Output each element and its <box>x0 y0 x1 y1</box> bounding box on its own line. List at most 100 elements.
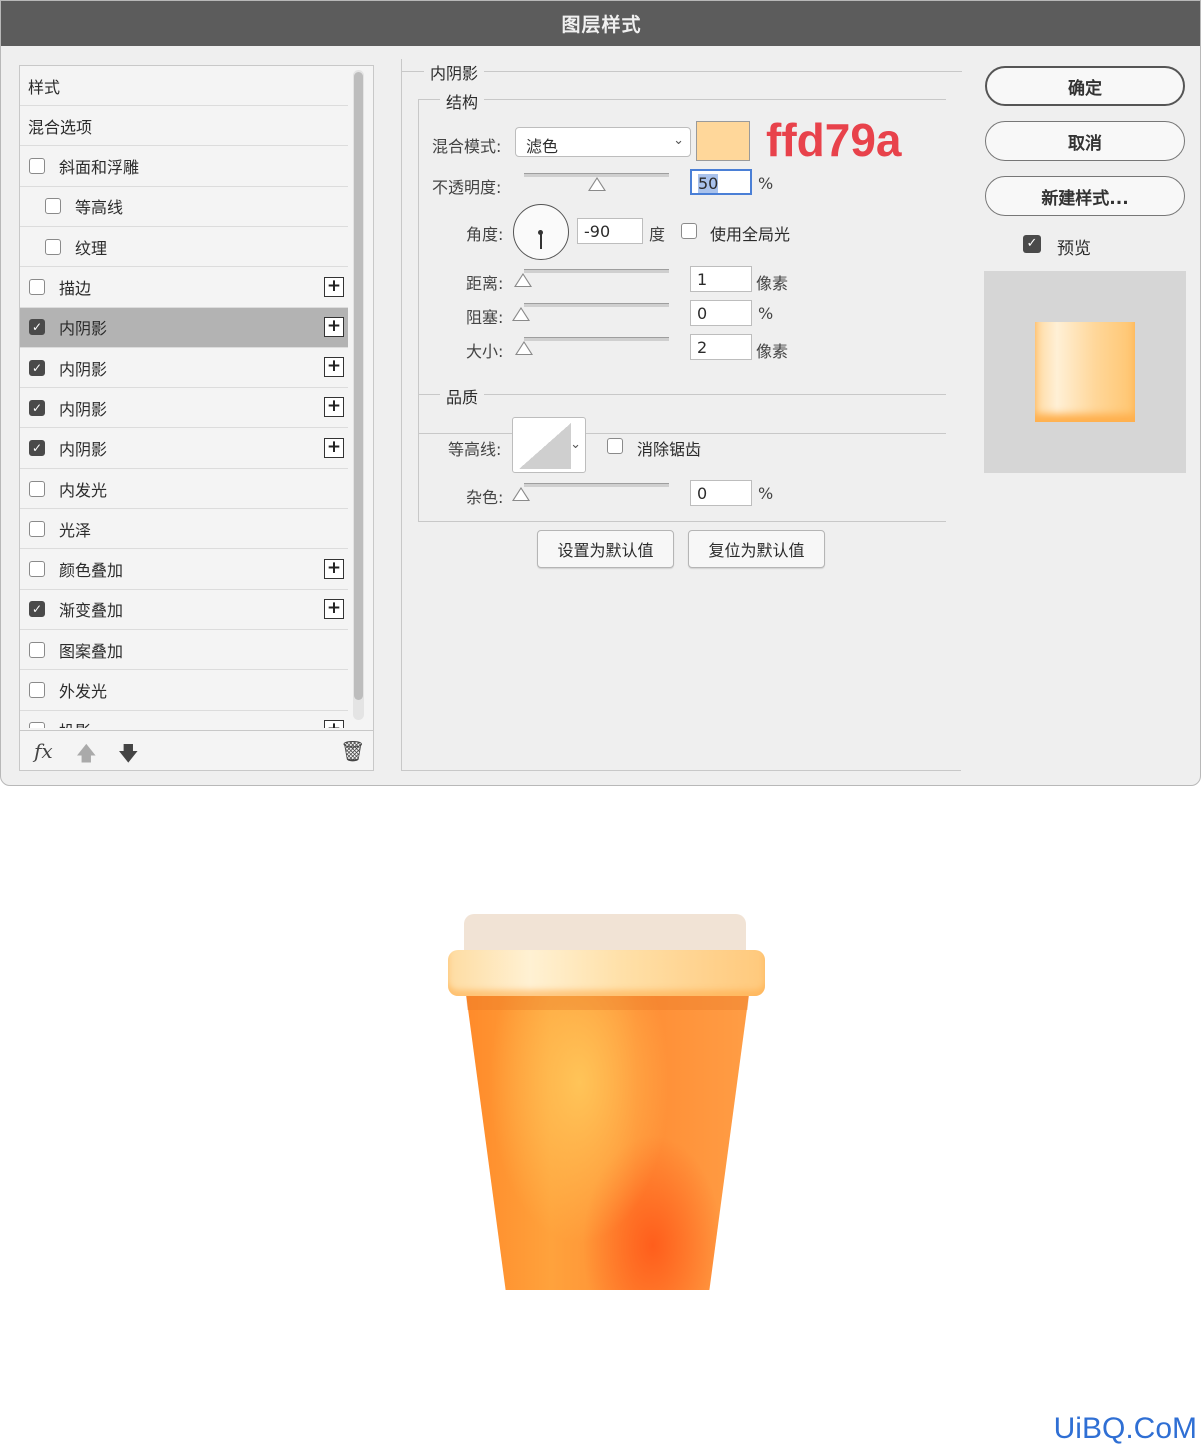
inner-shadow-options: 内阴影 结构 混合模式: 滤色 ⌄ ffd79a 不透明度: 50 % 角度: … <box>401 59 962 771</box>
style-item[interactable]: 等高线 <box>20 187 348 227</box>
style-item-label: 内阴影 <box>59 319 108 339</box>
preview-checkbox[interactable]: ✓ <box>1023 235 1041 253</box>
size-slider-knob[interactable] <box>515 341 533 355</box>
blend-mode-select[interactable]: 滤色 ⌄ <box>515 127 691 157</box>
style-item[interactable]: 内阴影 + <box>20 307 348 348</box>
style-item[interactable]: 颜色叠加 + <box>20 550 348 590</box>
style-item[interactable]: 内阴影 + <box>20 388 348 429</box>
add-effect-icon[interactable]: + <box>324 316 344 337</box>
styles-panel-footer: fx 🡅 🡇 🗑 <box>20 730 373 770</box>
noise-slider[interactable] <box>524 483 669 487</box>
set-default-button[interactable]: 设置为默认值 <box>537 530 674 568</box>
antialias-checkbox[interactable] <box>607 438 623 454</box>
style-item-checkbox[interactable] <box>29 641 45 658</box>
cup-body <box>466 994 749 1290</box>
style-item-checkbox[interactable] <box>45 238 61 255</box>
styles-scrollbar[interactable] <box>353 70 364 720</box>
style-item[interactable]: 内发光 <box>20 469 348 509</box>
style-item[interactable]: 内阴影 + <box>20 348 348 389</box>
size-label: 大小: <box>466 342 504 361</box>
style-item[interactable]: 纹理 <box>20 227 348 268</box>
style-item[interactable]: 外发光 <box>20 671 348 711</box>
style-item-label: 纹理 <box>75 238 108 258</box>
blend-mode-value: 滤色 <box>526 137 559 156</box>
choke-input[interactable]: 0 <box>690 300 752 326</box>
section-quality-title: 品质 <box>440 384 485 408</box>
style-item-label: 样式 <box>28 77 61 97</box>
scrollbar-thumb[interactable] <box>354 72 363 700</box>
add-effect-icon[interactable]: + <box>324 719 344 728</box>
style-item-label: 混合选项 <box>28 117 93 137</box>
distance-unit: 像素 <box>756 274 789 293</box>
add-effect-icon[interactable]: + <box>324 357 344 378</box>
style-item-checkbox[interactable] <box>29 399 45 416</box>
add-effect-icon[interactable]: + <box>324 276 344 297</box>
add-effect-icon[interactable]: + <box>324 397 344 418</box>
style-item[interactable]: 描边 + <box>20 268 348 308</box>
style-item[interactable]: 渐变叠加 + <box>20 590 348 630</box>
style-item[interactable]: 光泽 <box>20 509 348 550</box>
choke-unit: % <box>758 304 774 323</box>
angle-dial[interactable] <box>513 204 569 260</box>
style-item-checkbox[interactable] <box>29 601 45 618</box>
distance-slider-knob[interactable] <box>514 273 532 287</box>
style-item-checkbox[interactable] <box>29 520 45 537</box>
opacity-slider-knob[interactable] <box>588 177 606 191</box>
choke-slider[interactable] <box>524 303 669 307</box>
style-item-checkbox[interactable] <box>29 682 45 698</box>
style-item[interactable]: 样式 <box>20 66 348 106</box>
style-item-checkbox[interactable] <box>29 319 45 336</box>
contour-curve-icon <box>519 423 571 469</box>
style-item-checkbox[interactable] <box>29 359 45 376</box>
style-item-checkbox[interactable] <box>29 480 45 497</box>
noise-input[interactable]: 0 <box>690 480 752 506</box>
angle-label: 角度: <box>466 225 504 244</box>
add-effect-icon[interactable]: + <box>324 558 344 579</box>
style-item-checkbox[interactable] <box>29 279 45 295</box>
shadow-color-swatch[interactable] <box>696 121 750 161</box>
trash-icon[interactable]: 🗑 <box>340 739 365 763</box>
style-item-label: 渐变叠加 <box>59 601 124 621</box>
style-item[interactable]: 图案叠加 <box>20 630 348 671</box>
choke-slider-knob[interactable] <box>512 307 530 321</box>
fx-icon[interactable]: fx <box>34 739 53 763</box>
style-item-checkbox[interactable] <box>29 561 45 578</box>
distance-slider[interactable] <box>524 269 669 273</box>
global-light-checkbox[interactable] <box>681 223 697 239</box>
contour-label: 等高线: <box>448 440 502 459</box>
size-input[interactable]: 2 <box>690 334 752 360</box>
angle-input[interactable]: -90 <box>577 218 643 244</box>
style-item[interactable]: 斜面和浮雕 <box>20 147 348 187</box>
style-item-checkbox[interactable] <box>29 722 45 728</box>
opacity-input[interactable]: 50 <box>690 169 752 195</box>
style-item-checkbox[interactable] <box>45 198 61 215</box>
chevron-down-icon: ⌄ <box>570 437 581 452</box>
style-item-checkbox[interactable] <box>29 158 45 175</box>
divider <box>418 521 946 522</box>
divider <box>418 394 419 521</box>
size-slider[interactable] <box>524 337 669 341</box>
cancel-button[interactable]: 取消 <box>985 121 1185 161</box>
divider <box>418 394 946 395</box>
cup-rim-shadow <box>466 994 749 1010</box>
distance-input[interactable]: 1 <box>690 266 752 292</box>
style-item[interactable]: 混合选项 <box>20 106 348 147</box>
distance-label: 距离: <box>466 274 504 293</box>
styles-panel: 样式混合选项斜面和浮雕等高线纹理描边 + 内阴影 + 内阴影 + 内阴影 + 内阴影 + 内发光光泽… <box>19 65 374 771</box>
ok-button[interactable]: 确定 <box>985 66 1185 106</box>
new-style-button[interactable]: 新建样式... <box>985 176 1185 216</box>
noise-slider-knob[interactable] <box>512 487 530 501</box>
style-item[interactable]: 投影 + <box>20 711 348 728</box>
divider <box>418 99 946 100</box>
style-item-label: 投影 <box>59 718 91 728</box>
add-effect-icon[interactable]: + <box>324 437 344 458</box>
add-effect-icon[interactable]: + <box>324 598 344 619</box>
contour-picker[interactable]: ⌄ <box>512 417 586 473</box>
arrow-down-icon[interactable]: 🡇 <box>118 739 139 773</box>
arrow-up-icon[interactable]: 🡅 <box>76 739 97 773</box>
style-item-checkbox[interactable] <box>29 440 45 457</box>
divider <box>418 433 946 434</box>
reset-default-button[interactable]: 复位为默认值 <box>688 530 825 568</box>
style-item[interactable]: 内阴影 + <box>20 429 348 469</box>
divider <box>418 99 419 433</box>
